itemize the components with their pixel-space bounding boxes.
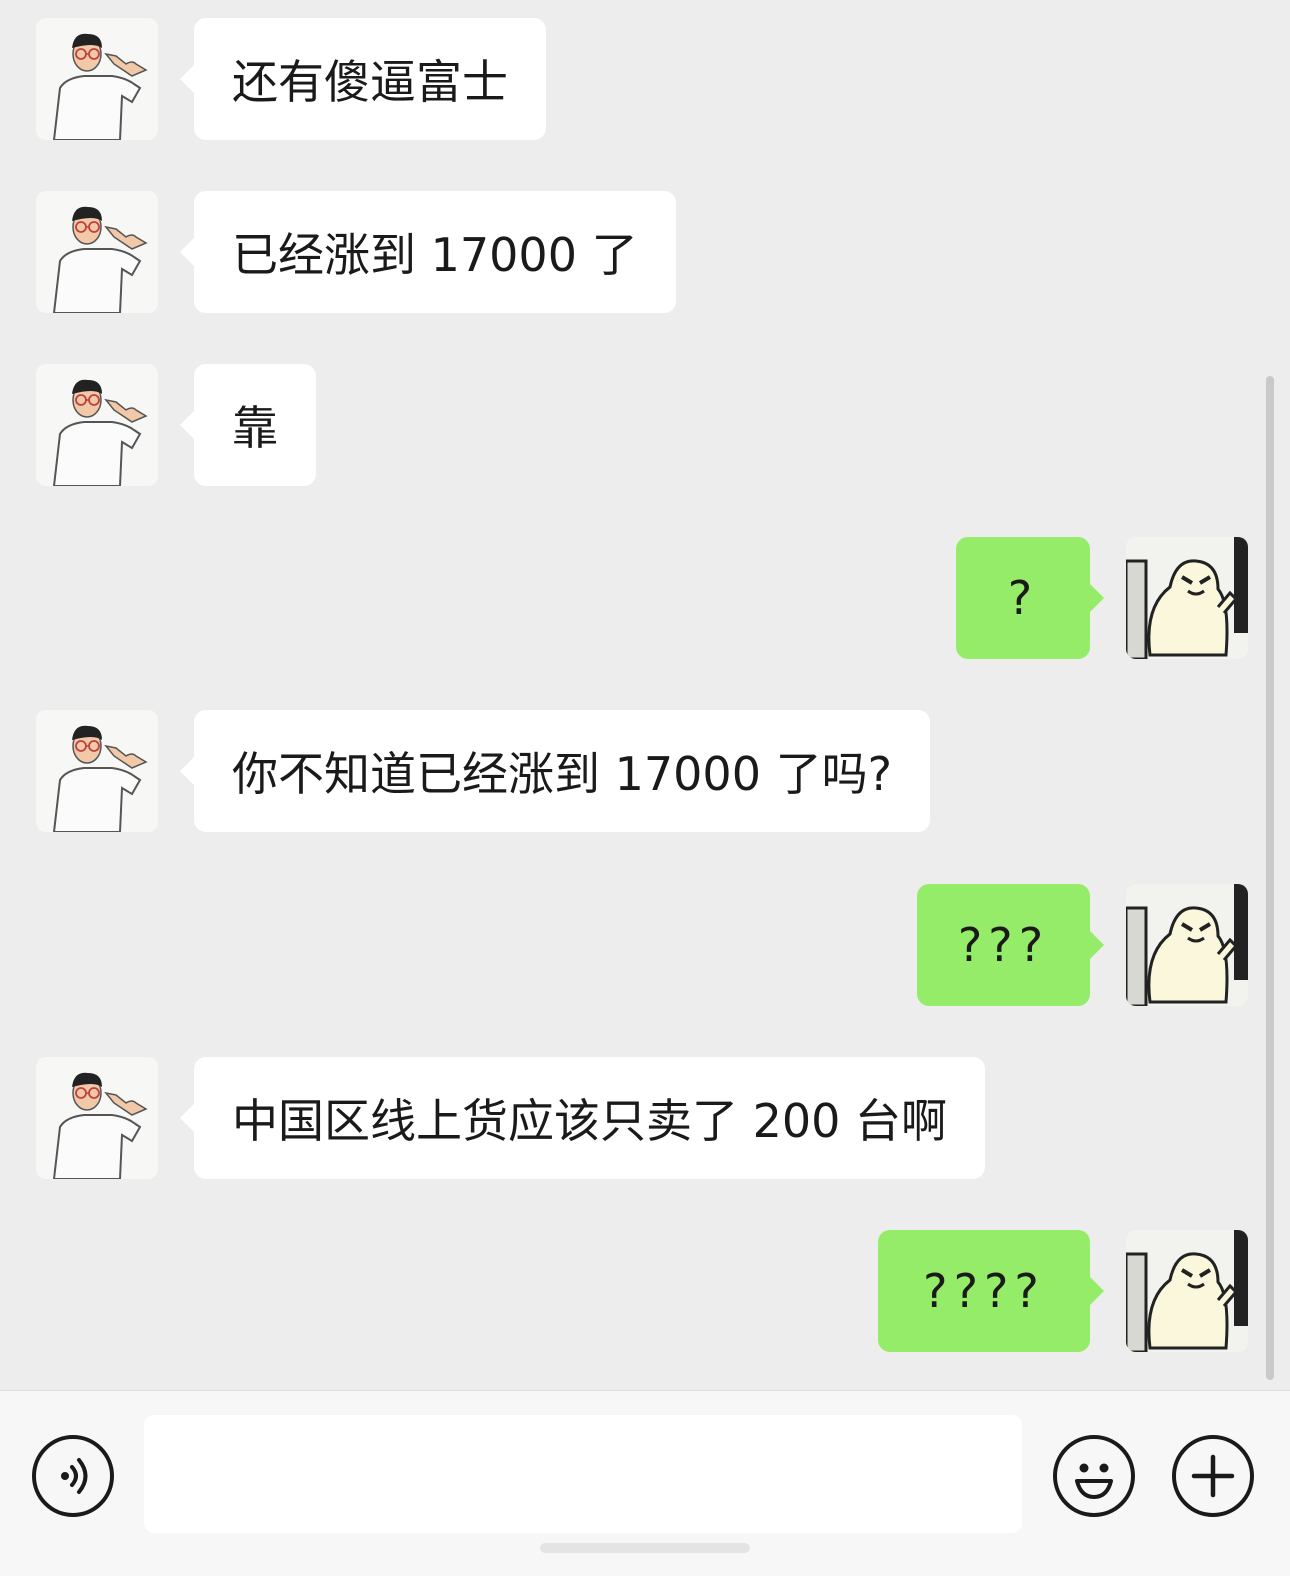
message-row-incoming: 你不知道已经涨到 17000 了吗? [0,710,1290,834]
message-text: ? [1007,571,1039,625]
message-text: 中国区线上货应该只卖了 200 台啊 [232,1094,948,1148]
chat-scrollbar[interactable] [1266,376,1274,1380]
message-text: ??? [957,918,1050,972]
message-row-outgoing: ? [0,537,1290,661]
user-avatar[interactable] [1126,537,1248,659]
message-row-incoming: 已经涨到 17000 了 [0,191,1290,315]
message-input[interactable] [144,1415,1022,1533]
emoji-icon [1075,1463,1113,1499]
message-text: 还有傻逼富士 [232,55,508,109]
message-row-outgoing: ???? [0,1230,1290,1354]
contact-avatar[interactable] [36,191,158,313]
voice-icon [61,1458,88,1494]
outgoing-message-bubble[interactable]: ??? [917,884,1104,1006]
message-text: 已经涨到 17000 了 [232,228,638,282]
voice-input-button[interactable] [32,1435,114,1517]
message-input-bar [0,1390,1290,1576]
message-text: 你不知道已经涨到 17000 了吗? [232,747,892,801]
outgoing-message-bubble[interactable]: ???? [878,1230,1104,1352]
message-text: ???? [923,1264,1045,1318]
home-indicator [540,1543,750,1553]
more-functions-button[interactable] [1172,1435,1254,1517]
contact-avatar[interactable] [36,1057,158,1179]
incoming-message-bubble[interactable]: 中国区线上货应该只卖了 200 台啊 [179,1057,986,1179]
chat-message-list: 还有傻逼富士 已经涨到 17000 了 靠 ? 你不知道已经涨到 17000 了… [0,0,1290,1390]
emoji-button[interactable] [1053,1435,1135,1517]
incoming-message-bubble[interactable]: 靠 [180,364,316,486]
incoming-message-bubble[interactable]: 你不知道已经涨到 17000 了吗? [180,710,930,832]
message-row-outgoing: ??? [0,884,1290,1008]
message-row-incoming: 中国区线上货应该只卖了 200 台啊 [0,1057,1290,1181]
contact-avatar[interactable] [36,364,158,486]
message-text: 靠 [232,401,278,455]
incoming-message-bubble[interactable]: 已经涨到 17000 了 [180,191,676,313]
incoming-message-bubble[interactable]: 还有傻逼富士 [180,18,546,140]
user-avatar[interactable] [1126,884,1248,1006]
user-avatar[interactable] [1126,1230,1248,1352]
contact-avatar[interactable] [36,710,158,832]
plus-icon [1191,1454,1235,1498]
message-row-incoming: 还有傻逼富士 [0,18,1290,142]
message-row-incoming: 靠 [0,364,1290,488]
contact-avatar[interactable] [36,18,158,140]
outgoing-message-bubble[interactable]: ? [956,537,1104,659]
